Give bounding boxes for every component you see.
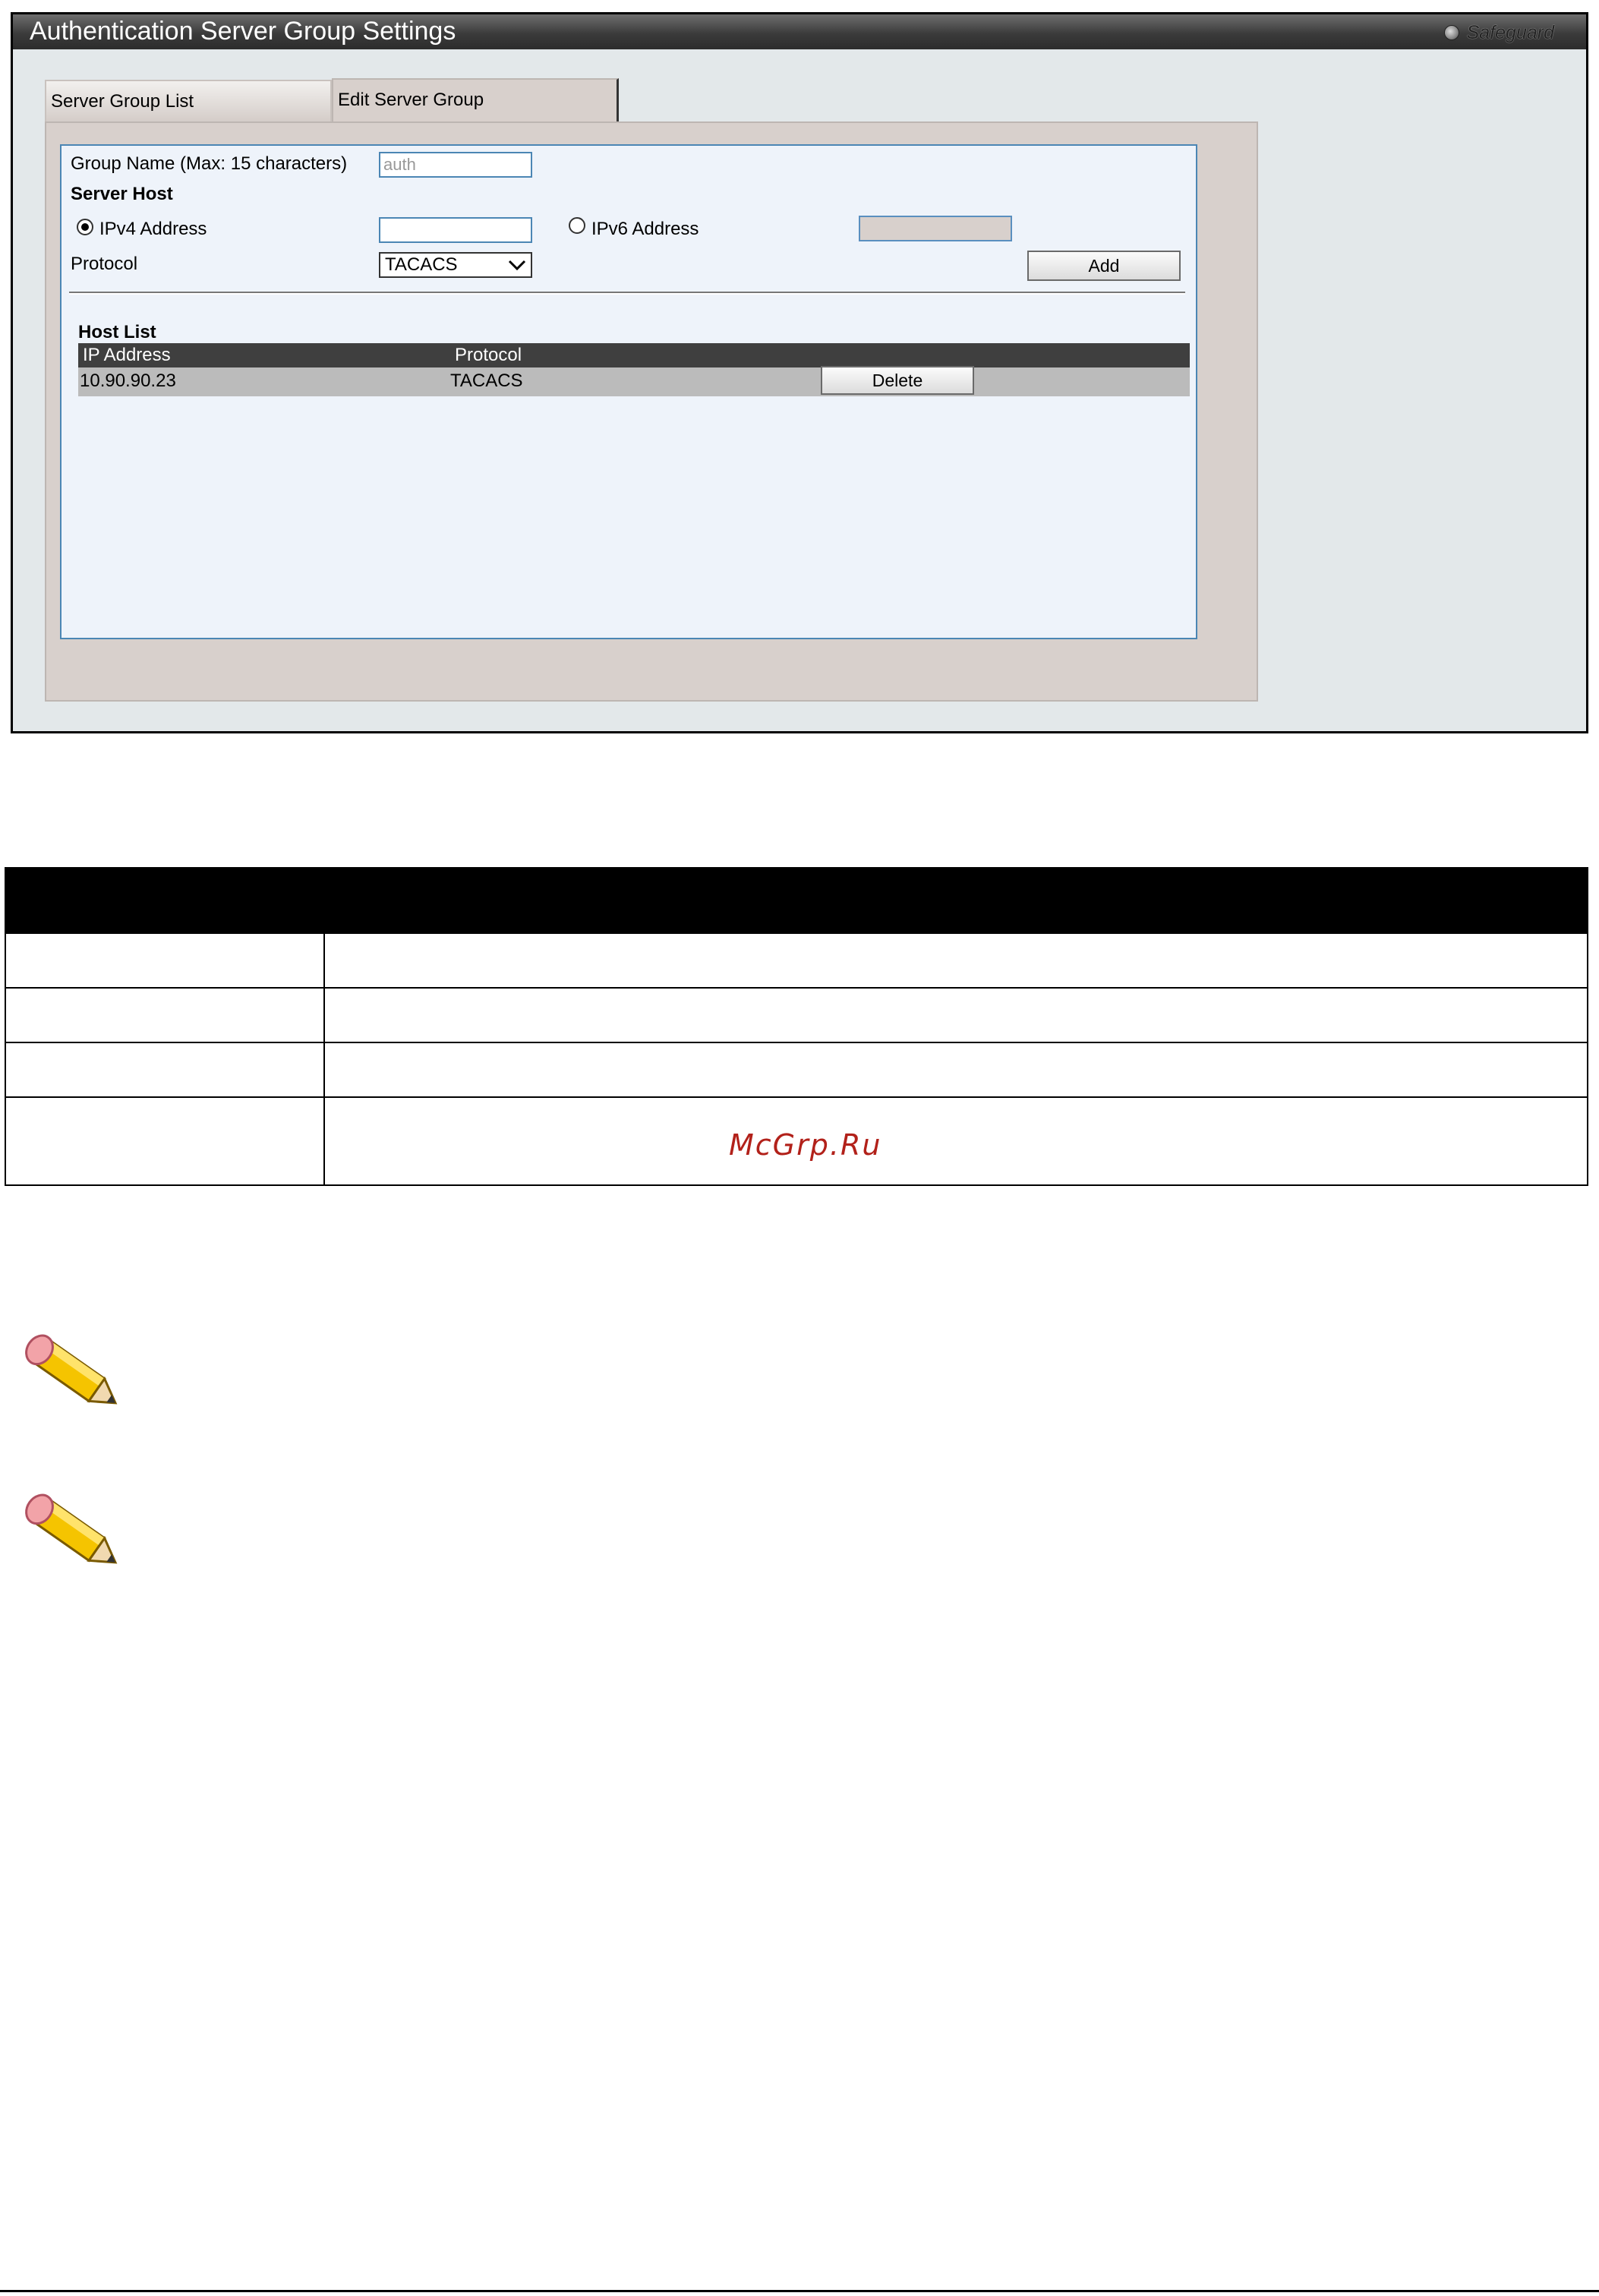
table-row [5,1042,1588,1098]
row-ip-address: 10.90.90.23 [80,371,176,391]
tab-edit-server-group[interactable]: Edit Server Group [332,78,619,124]
watermark: McGrp.Ru [729,1128,882,1162]
ipv6-label: IPv6 Address [591,219,699,239]
table-header-row [5,867,1588,934]
pencil-icon [25,1493,118,1564]
pencil-icon [25,1334,118,1405]
ipv4-address-field[interactable] [379,217,532,243]
safeguard-indicator[interactable]: Safeguard [1443,21,1554,43]
protocol-select-value: TACACS [385,254,458,275]
group-name-label: Group Name (Max: 15 characters) [71,153,348,174]
host-list-header: IP Address Protocol [78,343,1190,367]
tab-server-group-list[interactable]: Server Group List [45,80,332,122]
column-header-ip-address: IP Address [83,345,171,365]
title-bar: Authentication Server Group Settings Saf… [13,14,1586,49]
app-window: Authentication Server Group Settings Saf… [11,12,1588,733]
tab-panel: Group Name (Max: 15 characters) auth Ser… [45,121,1258,702]
page-bottom-rule [0,2290,1599,2292]
ipv4-radio[interactable] [77,219,93,235]
table-header-cell [323,867,1588,934]
protocol-label: Protocol [71,254,138,274]
edit-group-form: Group Name (Max: 15 characters) auth Ser… [60,144,1197,639]
table-header-cell [5,867,325,934]
page-title: Authentication Server Group Settings [30,17,456,46]
safeguard-status-icon [1443,25,1459,40]
divider [69,292,1185,295]
ipv6-address-field[interactable] [859,216,1012,241]
table-row [5,932,1588,989]
table-row [5,987,1588,1043]
safeguard-label: Safeguard [1466,21,1554,43]
chevron-down-icon [508,260,526,271]
group-name-field[interactable]: auth [379,152,532,178]
table-row: 10.90.90.23 TACACS Delete [78,366,1190,396]
host-list-title: Host List [78,322,156,342]
row-protocol: TACACS [450,371,523,391]
column-header-protocol: Protocol [455,345,522,365]
protocol-select[interactable]: TACACS [379,252,532,278]
ipv6-radio[interactable] [569,217,585,234]
add-button[interactable]: Add [1027,251,1181,281]
ipv4-label: IPv4 Address [99,219,207,239]
server-host-label: Server Host [71,184,173,204]
delete-button[interactable]: Delete [821,366,974,395]
